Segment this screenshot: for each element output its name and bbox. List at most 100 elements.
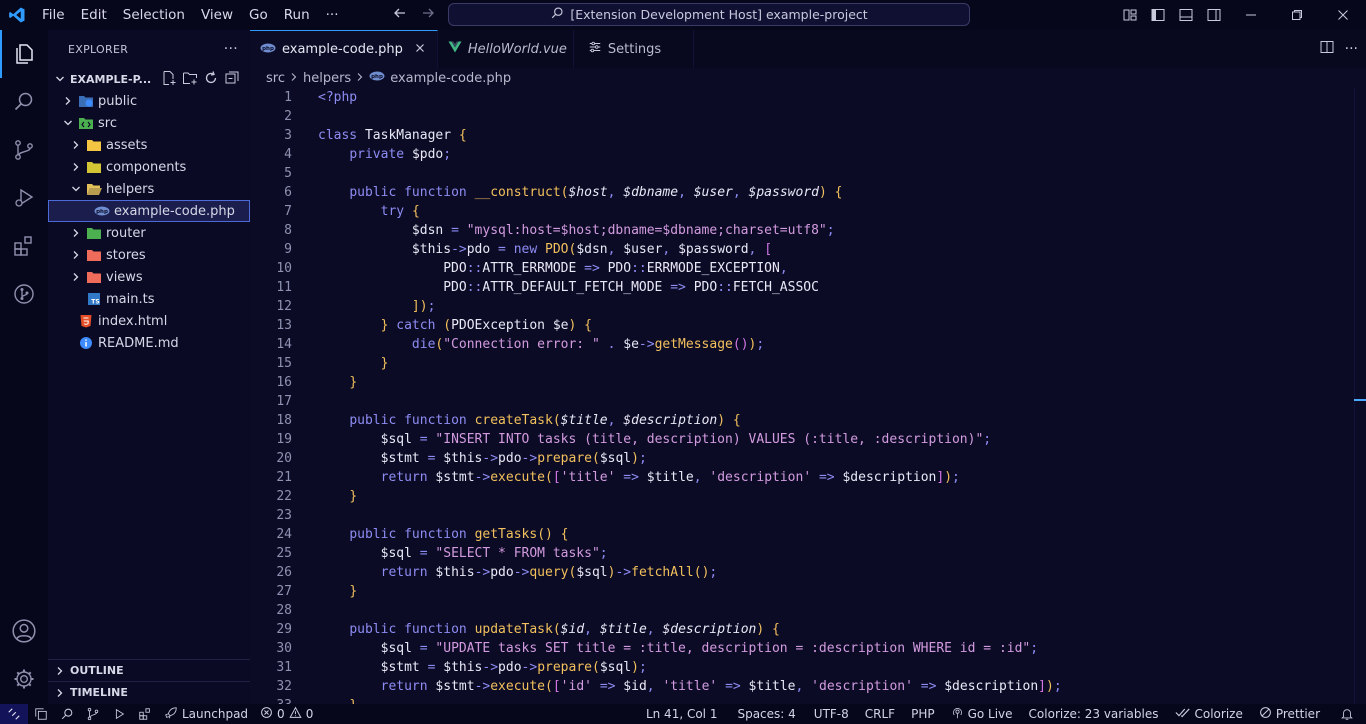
- timeline-section[interactable]: TIMELINE: [48, 681, 250, 703]
- restore-icon[interactable]: [1274, 0, 1320, 30]
- tree-item-assets[interactable]: assets: [48, 134, 250, 156]
- breadcrumb-item-file[interactable]: example-code.php: [390, 71, 511, 86]
- cursor-position[interactable]: Ln 41, Col 1: [636, 704, 728, 724]
- tree-item-example-code-php[interactable]: php example-code.php: [48, 200, 250, 222]
- code-line[interactable]: 14 die("Connection error: " . $e->getMes…: [250, 335, 1354, 354]
- tree-item-public[interactable]: public: [48, 90, 250, 112]
- code-line[interactable]: 33 }: [250, 696, 1354, 704]
- tab-settings[interactable]: Settings: [574, 30, 694, 68]
- code-line[interactable]: 26 return $this->pdo->query($sql)->fetch…: [250, 563, 1354, 582]
- menu-file[interactable]: File: [34, 0, 73, 30]
- breadcrumb-item-src[interactable]: src: [266, 71, 285, 86]
- extensions-icon[interactable]: [132, 704, 158, 724]
- collapse-all-icon[interactable]: [224, 70, 240, 89]
- code-line[interactable]: 5: [250, 164, 1354, 183]
- command-center[interactable]: [Extension Development Host] example-pro…: [448, 3, 970, 26]
- code-line[interactable]: 27 }: [250, 582, 1354, 601]
- minimize-icon[interactable]: [1228, 0, 1274, 30]
- refresh-icon[interactable]: [203, 70, 219, 89]
- code-line[interactable]: 25 $sql = "SELECT * FROM tasks";: [250, 544, 1354, 563]
- project-root[interactable]: EXAMPLE-P...: [48, 68, 250, 90]
- code-line[interactable]: 11 PDO::ATTR_DEFAULT_FETCH_MODE => PDO::…: [250, 278, 1354, 297]
- settings-gear-icon[interactable]: [0, 655, 48, 703]
- code-line[interactable]: 3 class TaskManager {: [250, 126, 1354, 145]
- code-line[interactable]: 2: [250, 107, 1354, 126]
- menu-go[interactable]: Go: [241, 0, 276, 30]
- tree-item-helpers[interactable]: helpers: [48, 178, 250, 200]
- launchpad-item[interactable]: Launchpad: [158, 704, 254, 724]
- code-line[interactable]: 30 $sql = "UPDATE tasks SET title = :tit…: [250, 639, 1354, 658]
- tree-item-main-ts[interactable]: TS main.ts: [48, 288, 250, 310]
- source-control-icon[interactable]: [80, 704, 106, 724]
- code-line[interactable]: 19 $sql = "INSERT INTO tasks (title, des…: [250, 430, 1354, 449]
- tree-item-readme-md[interactable]: README.md: [48, 332, 250, 354]
- toggle-panel-icon[interactable]: [1172, 0, 1200, 30]
- close-tab-icon[interactable]: [415, 42, 425, 57]
- toggle-primary-sidebar-icon[interactable]: [1144, 0, 1172, 30]
- search-icon[interactable]: [0, 78, 48, 126]
- menu-run[interactable]: Run: [276, 0, 318, 30]
- explorer-icon[interactable]: [0, 30, 48, 78]
- code-line[interactable]: 31 $stmt = $this->pdo->prepare($sql);: [250, 658, 1354, 677]
- code-editor[interactable]: 1 <?php 2 3 class TaskManager {4 private $pd…: [250, 88, 1354, 704]
- code-line[interactable]: 15 }: [250, 354, 1354, 373]
- colorize-variables[interactable]: Colorize: 23 variables: [1021, 704, 1167, 724]
- problems-item[interactable]: 0 0: [254, 704, 319, 724]
- breadcrumb-item-helpers[interactable]: helpers: [303, 71, 351, 86]
- remote-icon[interactable]: [0, 704, 28, 724]
- prettier-item[interactable]: Prettier: [1251, 704, 1328, 724]
- tab-helloworld-vue[interactable]: HelloWorld.vue: [438, 30, 574, 68]
- tab-example-code-php[interactable]: php example-code.php: [250, 30, 438, 68]
- code-line[interactable]: 16 }: [250, 373, 1354, 392]
- extensions-icon[interactable]: [0, 222, 48, 270]
- customize-layout-icon[interactable]: [1116, 0, 1144, 30]
- code-line[interactable]: 18 public function createTask($title, $d…: [250, 411, 1354, 430]
- code-line[interactable]: 1 <?php: [250, 88, 1354, 107]
- end-of-line[interactable]: CRLF: [857, 704, 903, 724]
- code-line[interactable]: 4 private $pdo;: [250, 145, 1354, 164]
- code-line[interactable]: 21 return $stmt->execute(['title' => $ti…: [250, 468, 1354, 487]
- tree-item-router[interactable]: router: [48, 222, 250, 244]
- toggle-secondary-sidebar-icon[interactable]: [1200, 0, 1228, 30]
- colorize-item[interactable]: Colorize: [1167, 704, 1251, 724]
- outline-section[interactable]: OUTLINE: [48, 659, 250, 681]
- new-file-icon[interactable]: [161, 70, 177, 89]
- code-line[interactable]: 23: [250, 506, 1354, 525]
- tree-item-index-html[interactable]: index.html: [48, 310, 250, 332]
- language-mode[interactable]: PHP: [903, 704, 943, 724]
- code-line[interactable]: 6 public function __construct($host, $db…: [250, 183, 1354, 202]
- go-live-item[interactable]: Go Live: [943, 704, 1021, 724]
- encoding[interactable]: UTF-8: [806, 704, 857, 724]
- new-folder-icon[interactable]: [182, 70, 198, 89]
- git-graph-icon[interactable]: [0, 270, 48, 318]
- tree-item-components[interactable]: components: [48, 156, 250, 178]
- code-line[interactable]: 7 try {: [250, 202, 1354, 221]
- menu-selection[interactable]: Selection: [115, 0, 193, 30]
- editor-scrollbar[interactable]: [1354, 88, 1366, 704]
- tree-item-views[interactable]: views: [48, 266, 250, 288]
- code-line[interactable]: 8 $dsn = "mysql:host=$host;dbname=$dbnam…: [250, 221, 1354, 240]
- menu-view[interactable]: View: [193, 0, 241, 30]
- forward-arrow-icon[interactable]: [420, 5, 436, 25]
- code-line[interactable]: 22 }: [250, 487, 1354, 506]
- back-arrow-icon[interactable]: [392, 5, 408, 25]
- sidebar-more-button[interactable]: ···: [224, 41, 238, 57]
- more-actions-button[interactable]: ···: [1345, 41, 1358, 57]
- code-line[interactable]: 9 $this->pdo = new PDO($dsn, $user, $pas…: [250, 240, 1354, 259]
- copy-icon[interactable]: [28, 704, 54, 724]
- code-line[interactable]: 10 PDO::ATTR_ERRMODE => PDO::ERRMODE_EXC…: [250, 259, 1354, 278]
- account-icon[interactable]: [0, 607, 48, 655]
- notifications-bell-icon[interactable]: [1328, 704, 1366, 724]
- close-window-icon[interactable]: [1320, 0, 1366, 30]
- code-line[interactable]: 28: [250, 601, 1354, 620]
- menu-more[interactable]: ···: [318, 0, 347, 30]
- indentation[interactable]: Spaces: 4: [727, 704, 805, 724]
- menu-edit[interactable]: Edit: [73, 0, 115, 30]
- code-line[interactable]: 17: [250, 392, 1354, 411]
- code-line[interactable]: 29 public function updateTask($id, $titl…: [250, 620, 1354, 639]
- source-control-icon[interactable]: [0, 126, 48, 174]
- tree-item-src[interactable]: src: [48, 112, 250, 134]
- run-debug-icon[interactable]: [0, 174, 48, 222]
- run-debug-icon[interactable]: [106, 704, 132, 724]
- tree-item-stores[interactable]: stores: [48, 244, 250, 266]
